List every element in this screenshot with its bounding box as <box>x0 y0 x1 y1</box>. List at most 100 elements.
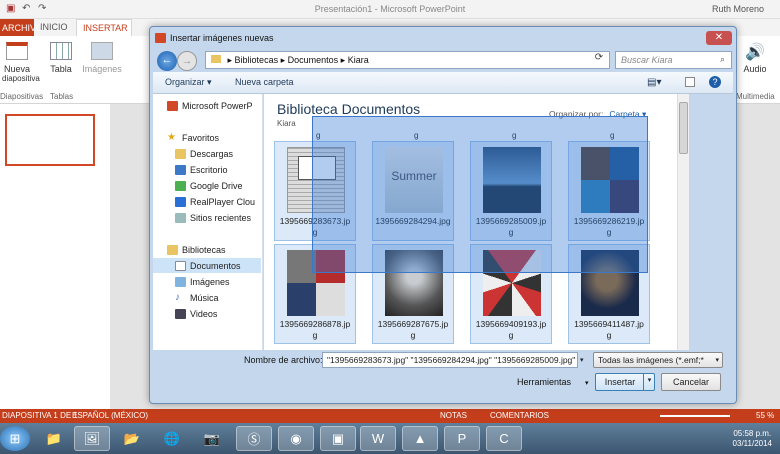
desktop-icon <box>175 164 186 175</box>
zoom-level[interactable]: 55 % <box>756 411 774 420</box>
folder-icon <box>211 55 221 63</box>
refresh-icon[interactable]: ⟳ <box>590 52 608 68</box>
search-icon: ⌕ <box>720 54 726 64</box>
taskbar-explorer-icon[interactable]: 📁 <box>36 426 72 451</box>
taskbar-pdf-icon[interactable]: ▲ <box>402 426 438 451</box>
documents-icon <box>175 260 186 271</box>
system-clock[interactable]: 05:58 p.m. 03/11/2014 <box>733 429 772 449</box>
file-name: 1395669287675.jp g <box>377 319 449 340</box>
slide-counter: DIAPOSITIVA 1 DE 1 <box>2 411 78 420</box>
nav-label: Bibliotecas <box>182 244 226 255</box>
tools-label: Herramientas <box>517 377 572 387</box>
taskbar-ie-icon[interactable]: 🌐 <box>154 426 190 451</box>
dialog-toolbar: Organizar ▾ Nueva carpeta ▤▾ ? <box>153 72 733 94</box>
slide-thumbnail[interactable] <box>5 114 95 166</box>
videos-icon <box>175 308 186 319</box>
breadcrumb-separator: ▸ <box>340 55 348 65</box>
taskbar-camtasia2-icon[interactable]: C <box>486 426 522 451</box>
speaker-icon: 🔊 <box>745 44 765 61</box>
clock-date: 03/11/2014 <box>732 439 772 448</box>
pictures-icon <box>175 276 186 287</box>
nav-escritorio[interactable]: Escritorio <box>175 162 262 177</box>
cancel-button[interactable]: Cancelar <box>661 373 721 391</box>
organize-button[interactable]: Organizar ▾ <box>165 77 212 88</box>
table-button[interactable]: Tabla <box>46 42 76 74</box>
help-icon[interactable]: ? <box>709 76 721 88</box>
new-slide-label: Nueva <box>3 64 30 74</box>
downloads-icon <box>175 148 186 159</box>
nav-favoritos[interactable]: ★ Favoritos <box>167 130 262 145</box>
scrollbar-thumb[interactable] <box>679 102 688 154</box>
filename-label: Nombre de archivo: <box>244 355 323 365</box>
new-folder-button[interactable]: Nueva carpeta <box>235 77 294 87</box>
tab-insertar[interactable]: INSERTAR <box>76 19 132 36</box>
start-button[interactable]: ⊞ <box>0 426 30 451</box>
taskbar-camtasia-icon[interactable]: ▣ <box>320 426 356 451</box>
tab-inicio[interactable]: INICIO <box>40 22 68 32</box>
vertical-scrollbar[interactable] <box>677 94 689 350</box>
taskbar-word-icon[interactable]: W <box>360 426 396 451</box>
taskbar-photos-icon[interactable]: 🖼 <box>74 426 110 451</box>
file-name: 1395669286878.jp g <box>279 319 351 340</box>
group-tablas: Tablas <box>50 92 74 101</box>
nav-microsoft-powerpoint[interactable]: Microsoft PowerP <box>167 98 262 113</box>
taskbar-skype-icon[interactable]: Ⓢ <box>236 426 272 451</box>
search-input[interactable]: Buscar Kiara <box>615 51 732 69</box>
nav-google-drive[interactable]: Google Drive <box>175 178 262 193</box>
realplayer-icon <box>175 196 186 207</box>
nav-videos[interactable]: Videos <box>175 306 262 321</box>
powerpoint-icon <box>167 100 178 111</box>
insert-label: Insertar <box>604 377 636 387</box>
tools-dropdown[interactable]: Herramientas ▾ <box>517 377 589 387</box>
nav-sitios-recientes[interactable]: Sitios recientes <box>175 210 262 225</box>
nav-imagenes[interactable]: Imágenes <box>175 274 262 289</box>
breadcrumb-kiara[interactable]: Kiara <box>348 55 369 65</box>
audio-button[interactable]: 🔊 Audio <box>740 42 770 74</box>
images-button[interactable]: Imágenes <box>80 42 124 74</box>
nav-realplayer-cloud[interactable]: RealPlayer Clou <box>175 194 262 209</box>
breadcrumb-bibliotecas[interactable]: Bibliotecas <box>235 55 279 65</box>
star-icon: ★ <box>167 131 176 143</box>
notes-button[interactable]: NOTAS <box>440 411 467 420</box>
filetype-select[interactable]: Todas las imágenes (*.emf;* ▾ <box>593 352 723 368</box>
view-options-icon[interactable]: ▤▾ <box>647 77 661 88</box>
nav-documentos[interactable]: Documentos <box>153 258 261 273</box>
images-label: Imágenes <box>82 64 122 74</box>
image-icon <box>91 42 113 60</box>
insert-options-chevron-icon[interactable]: ▾ <box>643 373 655 391</box>
table-icon <box>50 42 72 60</box>
library-subtitle: Kiara <box>277 119 296 128</box>
zoom-slider[interactable] <box>660 415 730 417</box>
taskbar-chrome-icon[interactable]: ◉ <box>278 426 314 451</box>
dialog-title: Insertar imágenes nuevas <box>170 33 274 43</box>
preview-pane-icon[interactable] <box>685 77 695 87</box>
nav-label: Imágenes <box>190 276 230 287</box>
comments-button[interactable]: COMENTARIOS <box>490 411 549 420</box>
file-name: 1395669409193.jp g <box>475 319 547 340</box>
address-bar[interactable]: ▸ Bibliotecas ▸ Documentos ▸ Kiara <box>205 51 610 69</box>
group-diapositivas: Diapositivas <box>0 92 44 101</box>
forward-arrow-icon[interactable]: → <box>177 51 197 71</box>
language-indicator[interactable]: ESPAÑOL (MÉXICO) <box>72 411 148 420</box>
taskbar-camera-icon[interactable]: 📷 <box>194 426 230 451</box>
new-slide-sublabel: diapositiva <box>2 74 40 83</box>
filename-input[interactable]: "1395669283673.jpg" "1395669284294.jpg" … <box>322 352 578 368</box>
chevron-down-icon[interactable]: ▾ <box>580 356 584 364</box>
audio-label: Audio <box>743 64 767 74</box>
nav-label: Google Drive <box>190 180 243 191</box>
google-drive-icon <box>175 180 186 191</box>
close-button[interactable]: ✕ <box>706 31 732 45</box>
nav-musica[interactable]: ♪ Música <box>175 290 262 305</box>
user-name: Ruth Moreno <box>712 4 765 14</box>
clock-time: 05:58 p.m. <box>733 429 772 438</box>
taskbar-powerpoint-icon[interactable]: P <box>444 426 480 451</box>
filetype-value: Todas las imágenes (*.emf;* <box>598 355 704 365</box>
nav-label: Música <box>190 292 219 303</box>
nav-bibliotecas[interactable]: Bibliotecas <box>167 242 262 257</box>
breadcrumb-documentos[interactable]: Documentos <box>288 55 339 65</box>
tab-archivo[interactable]: ARCHIVO <box>0 19 43 36</box>
nav-descargas[interactable]: Descargas <box>175 146 262 161</box>
new-slide-button[interactable]: Nueva diapositiva <box>2 42 40 83</box>
back-arrow-icon[interactable]: ← <box>157 51 177 71</box>
taskbar-files-icon[interactable]: 📂 <box>114 426 150 451</box>
